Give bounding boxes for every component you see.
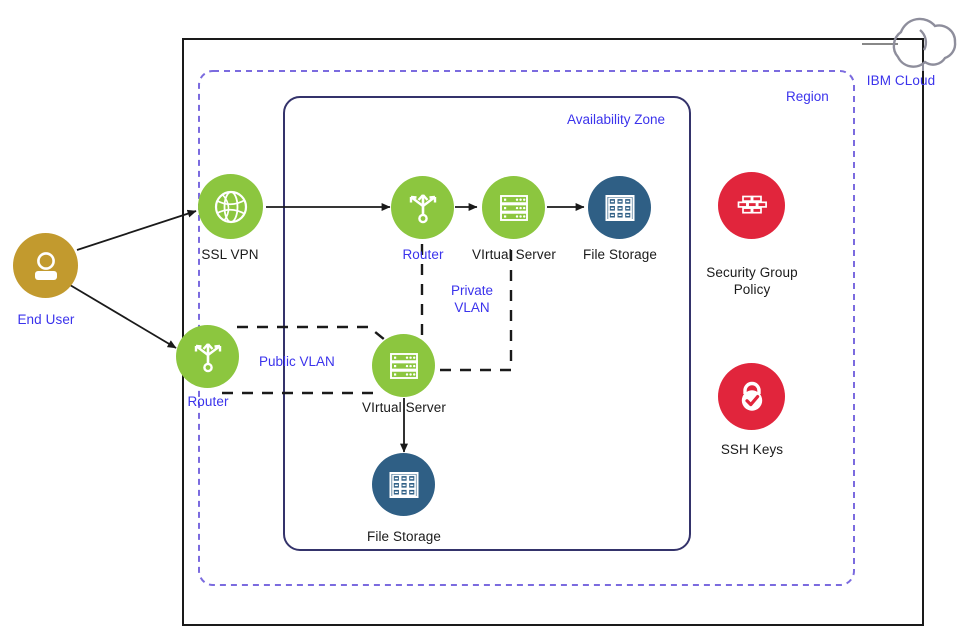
connector-enduser-sslvpn xyxy=(76,209,197,251)
file-storage-icon xyxy=(588,176,651,239)
node-label-ssh-keys: SSH Keys xyxy=(720,442,784,457)
user-icon xyxy=(13,233,78,298)
lock-check-icon xyxy=(718,363,785,430)
security-group-policy-line1: Security Group xyxy=(706,265,798,280)
file-storage-icon xyxy=(372,453,435,516)
security-group-policy-line2: Policy xyxy=(733,282,771,297)
globe-icon xyxy=(198,174,263,239)
node-label-end-user: End User xyxy=(17,312,75,327)
cloud-icon xyxy=(892,17,957,71)
node-label-virtual-server-top: VIrtual Server xyxy=(472,247,556,262)
node-label-file-storage-bottom: File Storage xyxy=(367,529,441,544)
availability-zone-label: Availability Zone xyxy=(567,112,666,127)
private-vlan-label-line1: Private xyxy=(450,283,494,298)
router-icon xyxy=(176,325,239,388)
private-vlan-label-line2: VLAN xyxy=(454,300,490,315)
private-vlan-label: Private VLAN xyxy=(437,282,507,316)
node-label-file-storage-top: File Storage xyxy=(583,247,657,262)
router-icon xyxy=(391,176,454,239)
public-vlan-label: Public VLAN xyxy=(259,354,335,369)
firewall-icon xyxy=(718,172,785,239)
node-label-security-group-policy: Security Group Policy xyxy=(691,264,813,298)
architecture-diagram: Region Availability Zone IBM CLoud Publi… xyxy=(0,0,974,637)
ibm-cloud-boundary xyxy=(182,38,924,626)
node-label-virtual-server-bottom: VIrtual Server xyxy=(362,400,446,415)
ibm-cloud-label: IBM CLoud xyxy=(866,73,936,88)
node-label-router-private: Router xyxy=(402,247,444,262)
region-label: Region xyxy=(786,89,829,104)
public-vlan-path-top xyxy=(237,325,386,341)
availability-zone-boundary xyxy=(283,96,691,551)
node-label-ssl-vpn: SSL VPN xyxy=(201,247,259,262)
server-rack-icon xyxy=(372,334,435,397)
server-rack-icon xyxy=(482,176,545,239)
node-label-router-public: Router xyxy=(187,394,229,409)
